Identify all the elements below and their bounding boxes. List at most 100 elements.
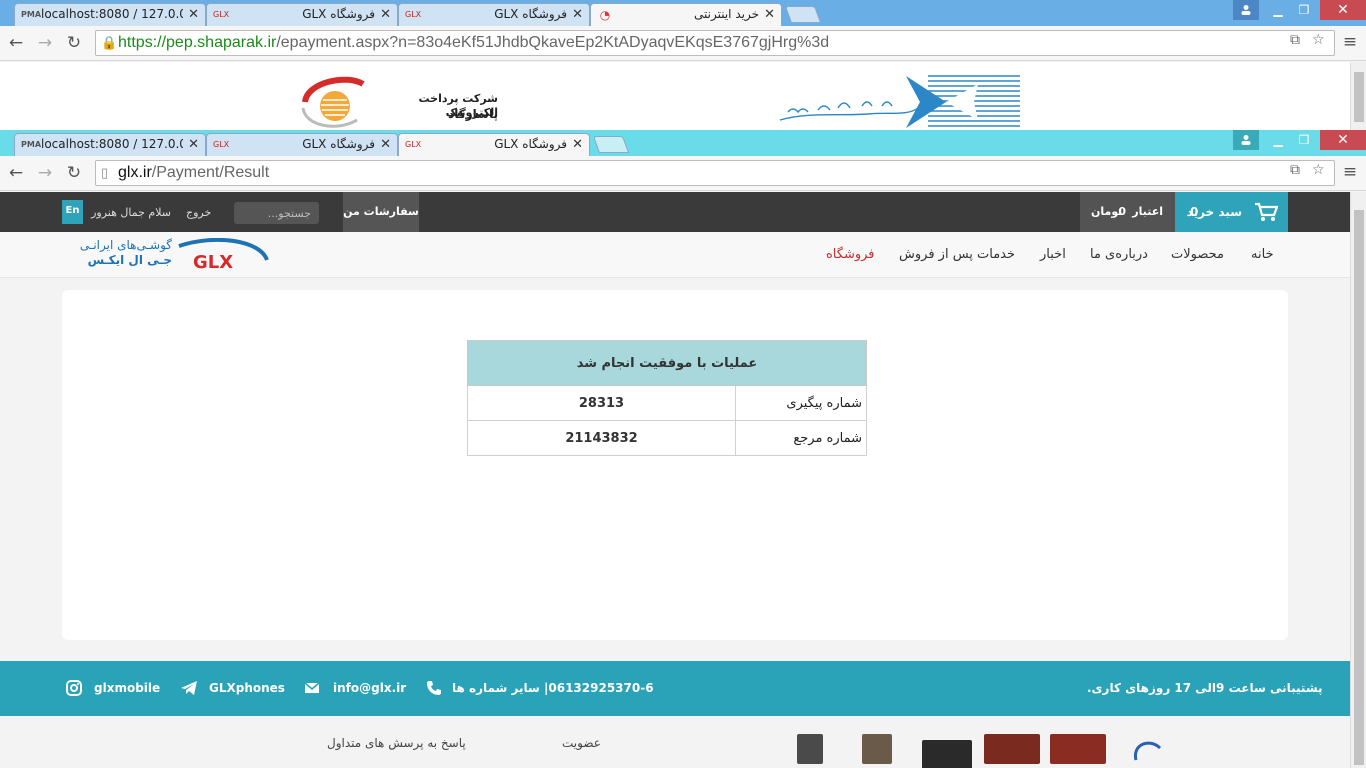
tab-label: localhost:8080 / 127.0.0.1 xyxy=(41,137,183,151)
menu-item-news[interactable]: اخبار xyxy=(1040,232,1066,278)
tab-label: خرید اینترنتی xyxy=(694,7,759,21)
glx-logo[interactable]: GLX xyxy=(175,238,270,274)
user-greeting: سلام جمال هنرور xyxy=(91,206,171,219)
maximize-icon[interactable]: ❐ xyxy=(1291,130,1317,150)
outer-toolbar: ← → ↻ 🔒 https://pep.shaparak.ir/epayment… xyxy=(0,26,1366,61)
tab-phpmyadmin[interactable]: PMA localhost:8080 / 127.0.0.1 ✕ xyxy=(14,3,206,26)
outer-scrollbar[interactable] xyxy=(1350,62,1366,130)
outer-tab-strip: PMA localhost:8080 / 127.0.0.1 ✕ GLX فرو… xyxy=(0,0,1366,26)
new-tab-button[interactable] xyxy=(784,6,822,23)
forward-icon[interactable]: → xyxy=(35,162,55,184)
credit-unit: تومان xyxy=(1091,205,1123,218)
close-icon[interactable]: ✕ xyxy=(188,134,199,155)
close-icon[interactable]: ✕ xyxy=(572,134,583,155)
email-link[interactable]: info@glx.ir xyxy=(333,661,406,716)
scroll-thumb[interactable] xyxy=(1354,210,1364,765)
address-bar[interactable]: 🔒 https://pep.shaparak.ir/epayment.aspx?… xyxy=(95,30,1335,56)
bookmark-star-icon[interactable]: ☆ xyxy=(1312,32,1325,48)
cart-button[interactable]: سبد خرید 0 xyxy=(1175,192,1288,232)
enamad-badge[interactable] xyxy=(1130,734,1164,764)
menu-item-products[interactable]: محصولات xyxy=(1171,232,1224,278)
logout-link[interactable]: خروج xyxy=(186,192,211,234)
menu-icon[interactable]: ≡ xyxy=(1340,162,1360,184)
tab-label: localhost:8080 / 127.0.0.1 xyxy=(41,7,183,21)
minimize-icon[interactable]: ▁ xyxy=(1265,0,1291,20)
maximize-icon[interactable]: ❐ xyxy=(1291,0,1317,20)
close-icon[interactable]: ✕ xyxy=(764,4,775,25)
footer-link-faq[interactable]: پاسخ به پرسش های متداول xyxy=(327,736,466,750)
trophy-badge xyxy=(862,734,892,764)
footer-link-membership[interactable]: عضویت xyxy=(562,736,601,750)
phone-number[interactable]: 06132925370-6| سایر شماره ها xyxy=(452,661,654,716)
table-row: شماره مرجع 21143832 xyxy=(467,420,867,456)
tracking-number-value: 28313 xyxy=(467,385,736,421)
bank-header: شرکت پرداخت الکترونیک پاسارگاد xyxy=(0,62,1350,132)
menu-item-about[interactable]: درباره‌ی ما xyxy=(1090,232,1148,278)
reload-icon[interactable]: ↻ xyxy=(64,32,84,54)
phpmyadmin-icon: PMA xyxy=(21,140,42,149)
url-scheme: https:// xyxy=(118,34,167,51)
tab-label: فروشگاه GLX xyxy=(494,7,567,21)
tab-glx-2[interactable]: GLX فروشگاه GLX ✕ xyxy=(398,133,590,156)
tab-glx-1[interactable]: GLX فروشگاه GLX ✕ xyxy=(206,3,398,26)
user-icon[interactable] xyxy=(1233,0,1259,20)
user-icon[interactable] xyxy=(1233,130,1259,150)
close-icon[interactable]: ✕ xyxy=(380,134,391,155)
glx-favicon: GLX xyxy=(213,10,230,19)
close-icon[interactable]: ✕ xyxy=(572,4,583,25)
footer-lower: عضویت پاسخ به پرسش های متداول xyxy=(0,716,1350,768)
minimize-icon[interactable]: ▁ xyxy=(1265,130,1291,150)
bookmark-star-icon[interactable]: ☆ xyxy=(1312,162,1325,178)
tab-label: فروشگاه GLX xyxy=(494,137,567,151)
back-icon[interactable]: ← xyxy=(6,162,26,184)
tab-phpmyadmin[interactable]: PMA localhost:8080 / 127.0.0.1 ✕ xyxy=(14,133,206,156)
menu-item-shop[interactable]: فروشگاه xyxy=(826,232,875,278)
result-title: عملیات با موفقیت انجام شد xyxy=(467,340,867,386)
award-badge xyxy=(797,734,823,764)
inner-scrollbar[interactable] xyxy=(1350,192,1366,768)
inner-toolbar: ← → ↻ ▯ glx.ir/Payment/Result ⧉ ☆ ≡ xyxy=(0,156,1366,191)
footer-contact-bar: پشتیبانی ساعت 9الی 17 روزهای کاری. 06132… xyxy=(0,661,1350,716)
payment-result-table: عملیات با موفقیت انجام شد شماره پیگیری 2… xyxy=(467,340,867,456)
glx-logo-word: GLX xyxy=(193,252,233,273)
forward-icon[interactable]: → xyxy=(35,32,55,54)
menu-item-home[interactable]: خانه xyxy=(1251,232,1274,278)
tab-label: فروشگاه GLX xyxy=(302,137,375,151)
certificate-badge xyxy=(984,734,1040,764)
tracking-number-label: شماره پیگیری xyxy=(735,385,867,421)
url-path: /epayment.aspx?n=83o4eKf51JhdbQkaveEp2Kt… xyxy=(276,34,830,51)
glx-logo-text: گوشـی‌های ایرانـی جـی ال ایکـس xyxy=(62,238,172,268)
my-orders-button[interactable]: سفارشات من xyxy=(343,192,419,232)
back-icon[interactable]: ← xyxy=(6,32,26,54)
close-icon[interactable]: ✕ xyxy=(188,4,199,25)
translate-icon[interactable]: ⧉ xyxy=(1290,32,1300,48)
email-icon xyxy=(304,682,320,693)
translate-icon[interactable]: ⧉ xyxy=(1290,162,1300,178)
close-window-icon[interactable]: ✕ xyxy=(1320,130,1366,150)
new-tab-button[interactable] xyxy=(592,136,630,153)
telegram-link[interactable]: GLXphones xyxy=(209,661,285,716)
page-icon: ▯ xyxy=(101,165,109,180)
glx-logo-line2: جـی ال ایکـس xyxy=(87,253,172,267)
glx-logo-line1: گوشـی‌های ایرانـی xyxy=(79,238,172,252)
support-hours: پشتیبانی ساعت 9الی 17 روزهای کاری. xyxy=(1087,681,1323,695)
tab-glx-1[interactable]: GLX فروشگاه GLX ✕ xyxy=(206,133,398,156)
close-icon[interactable]: ✕ xyxy=(380,4,391,25)
instagram-link[interactable]: glxmobile xyxy=(94,661,160,716)
shaparak-logo xyxy=(779,75,1020,128)
pasargad-logo xyxy=(301,76,365,128)
reload-icon[interactable]: ↻ xyxy=(64,162,84,184)
language-switch[interactable]: En xyxy=(62,200,83,224)
plaque-badge xyxy=(922,740,972,768)
search-input[interactable] xyxy=(234,202,319,224)
tab-payment[interactable]: ◔ خرید اینترنتی ✕ xyxy=(590,3,782,26)
phone-icon xyxy=(427,681,441,695)
menu-icon[interactable]: ≡ xyxy=(1340,32,1360,54)
tab-glx-2[interactable]: GLX فروشگاه GLX ✕ xyxy=(398,3,590,26)
glx-favicon: GLX xyxy=(213,140,230,149)
menu-item-after-sales[interactable]: خدمات پس از فروش xyxy=(899,232,1015,278)
url-host: pep.shaparak.ir xyxy=(166,34,277,51)
close-window-icon[interactable]: ✕ xyxy=(1320,0,1366,20)
scroll-thumb[interactable] xyxy=(1354,72,1364,122)
address-bar[interactable]: ▯ glx.ir/Payment/Result xyxy=(95,160,1335,186)
